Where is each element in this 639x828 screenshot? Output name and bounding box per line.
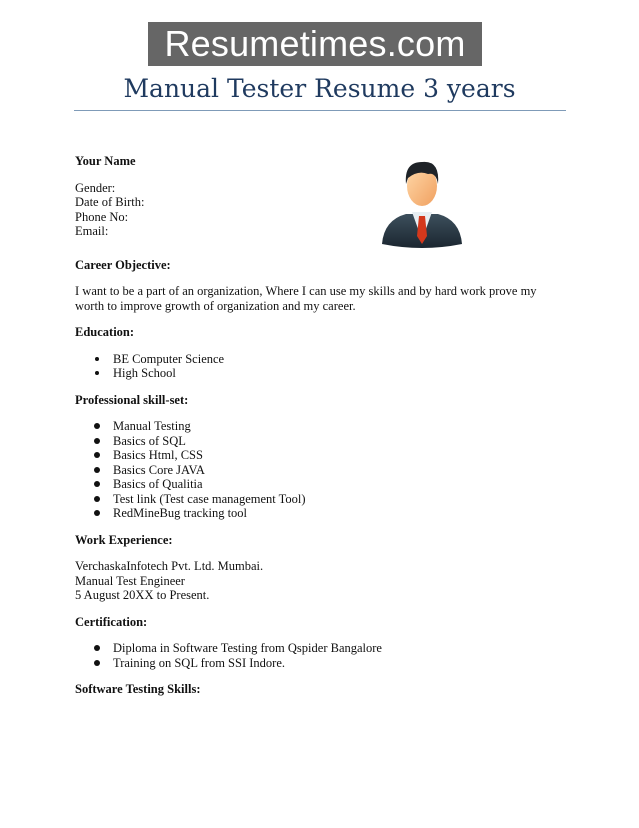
career-objective-line: worth to improve growth of organization … (75, 298, 356, 313)
skills-list: Manual Testing Basics of SQL Basics Html… (75, 419, 575, 521)
work-dates: 5 August 20XX to Present. (75, 588, 210, 602)
certification-heading: Certification: (75, 614, 148, 629)
skill-item: Basics Html, CSS (75, 448, 575, 463)
name-heading: Your Name (75, 154, 136, 168)
dob-field: Date of Birth: (75, 195, 145, 209)
site-name: Resumetimes.com (164, 23, 466, 64)
career-objective-heading: Career Objective: (75, 257, 171, 272)
career-objective-line: I want to be a part of an organization, … (75, 284, 537, 298)
email-field: Email: (75, 224, 109, 238)
software-testing-heading: Software Testing Skills: (75, 682, 201, 696)
skill-item: RedMineBug tracking tool (75, 506, 575, 521)
document-title: Manual Tester Resume 3 years (123, 74, 516, 103)
phone-field: Phone No: (75, 209, 129, 224)
work-company: VerchaskaInfotech Pvt. Ltd. Mumbai. (75, 559, 264, 573)
skills-heading: Professional skill-set: (75, 392, 189, 407)
skill-item: Manual Testing (75, 419, 575, 434)
title-divider (74, 110, 566, 111)
certification-item: Training on SQL from SSI Indore. (75, 656, 575, 671)
work-role: Manual Test Engineer (75, 573, 185, 588)
certification-list: Diploma in Software Testing from Qspider… (75, 641, 575, 670)
education-heading: Education: (75, 325, 135, 339)
education-item: High School (75, 366, 575, 381)
resume-body: Your Name Gender: Date of Birth: Phone N… (75, 154, 575, 697)
skill-item: Basics of SQL (75, 434, 575, 449)
site-banner: Resumetimes.com (148, 22, 482, 66)
certification-item: Diploma in Software Testing from Qspider… (75, 641, 575, 656)
education-list: BE Computer Science High School (75, 352, 575, 381)
skill-item: Basics Core JAVA (75, 463, 575, 478)
gender-field: Gender: (75, 180, 116, 195)
skill-item: Test link (Test case management Tool) (75, 492, 575, 507)
education-item: BE Computer Science (75, 352, 575, 367)
skill-item: Basics of Qualitia (75, 477, 575, 492)
work-heading: Work Experience: (75, 532, 173, 547)
